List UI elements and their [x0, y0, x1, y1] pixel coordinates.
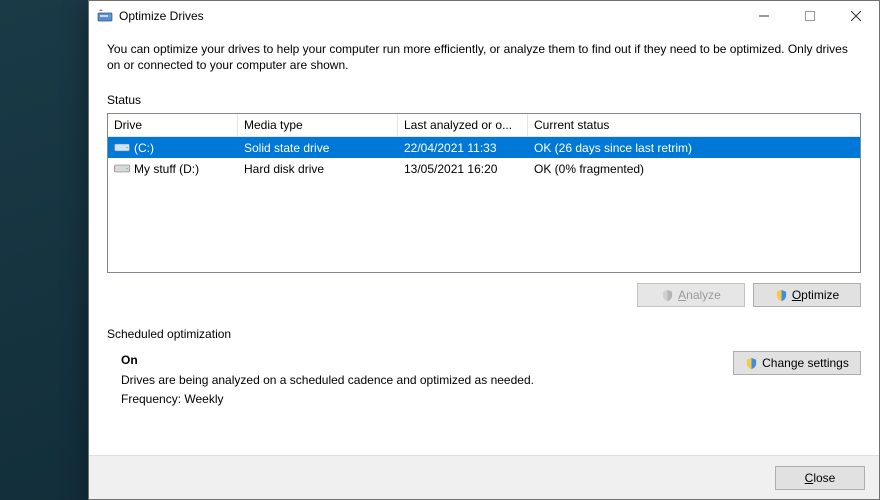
table-row[interactable]: My stuff (D:) Hard disk drive 13/05/2021 1…: [108, 158, 860, 179]
scheduled-description: Drives are being analyzed on a scheduled…: [121, 371, 733, 390]
table-header: Drive Media type Last analyzed or o... C…: [108, 114, 860, 137]
current-status: OK (26 days since last retrim): [534, 141, 692, 155]
ssd-drive-icon: [114, 142, 130, 154]
scheduled-status: On: [121, 351, 733, 370]
scheduled-label: Scheduled optimization: [107, 327, 861, 341]
close-button[interactable]: [833, 1, 879, 31]
intro-text: You can optimize your drives to help you…: [107, 41, 861, 73]
optimize-drives-window: Optimize Drives You can optimize your dr…: [88, 0, 880, 500]
shield-icon: [661, 289, 674, 302]
status-label: Status: [107, 93, 861, 107]
col-header-media[interactable]: Media type: [238, 114, 398, 136]
shield-icon: [745, 357, 758, 370]
close-dialog-button[interactable]: Close: [775, 466, 865, 490]
optimize-label: Optimize: [792, 288, 839, 302]
footer: Close: [89, 455, 879, 499]
hdd-drive-icon: [114, 163, 130, 175]
scheduled-frequency: Frequency: Weekly: [121, 390, 733, 409]
last-analyzed: 13/05/2021 16:20: [404, 162, 497, 176]
col-header-last[interactable]: Last analyzed or o...: [398, 114, 528, 136]
drive-name: My stuff (D:): [134, 162, 199, 176]
analyze-label: Analyze: [678, 288, 721, 302]
app-icon: [97, 8, 113, 24]
current-status: OK (0% fragmented): [534, 162, 644, 176]
col-header-drive[interactable]: Drive: [108, 114, 238, 136]
change-settings-label: Change settings: [762, 356, 849, 370]
maximize-button[interactable]: [787, 1, 833, 31]
last-analyzed: 22/04/2021 11:33: [404, 141, 497, 155]
media-type: Hard disk drive: [244, 162, 324, 176]
col-header-status[interactable]: Current status: [528, 114, 860, 136]
analyze-button: Analyze: [637, 283, 745, 307]
window-title: Optimize Drives: [119, 9, 204, 23]
media-type: Solid state drive: [244, 141, 329, 155]
drives-table[interactable]: Drive Media type Last analyzed or o... C…: [107, 113, 861, 273]
change-settings-button[interactable]: Change settings: [733, 351, 861, 375]
table-row[interactable]: (C:) Solid state drive 22/04/2021 11:33 OK …: [108, 137, 860, 158]
drive-name: (C:): [134, 141, 154, 155]
optimize-button[interactable]: Optimize: [753, 283, 861, 307]
close-label: Close: [805, 471, 836, 485]
shield-icon: [775, 289, 788, 302]
titlebar: Optimize Drives: [89, 1, 879, 31]
minimize-button[interactable]: [741, 1, 787, 31]
